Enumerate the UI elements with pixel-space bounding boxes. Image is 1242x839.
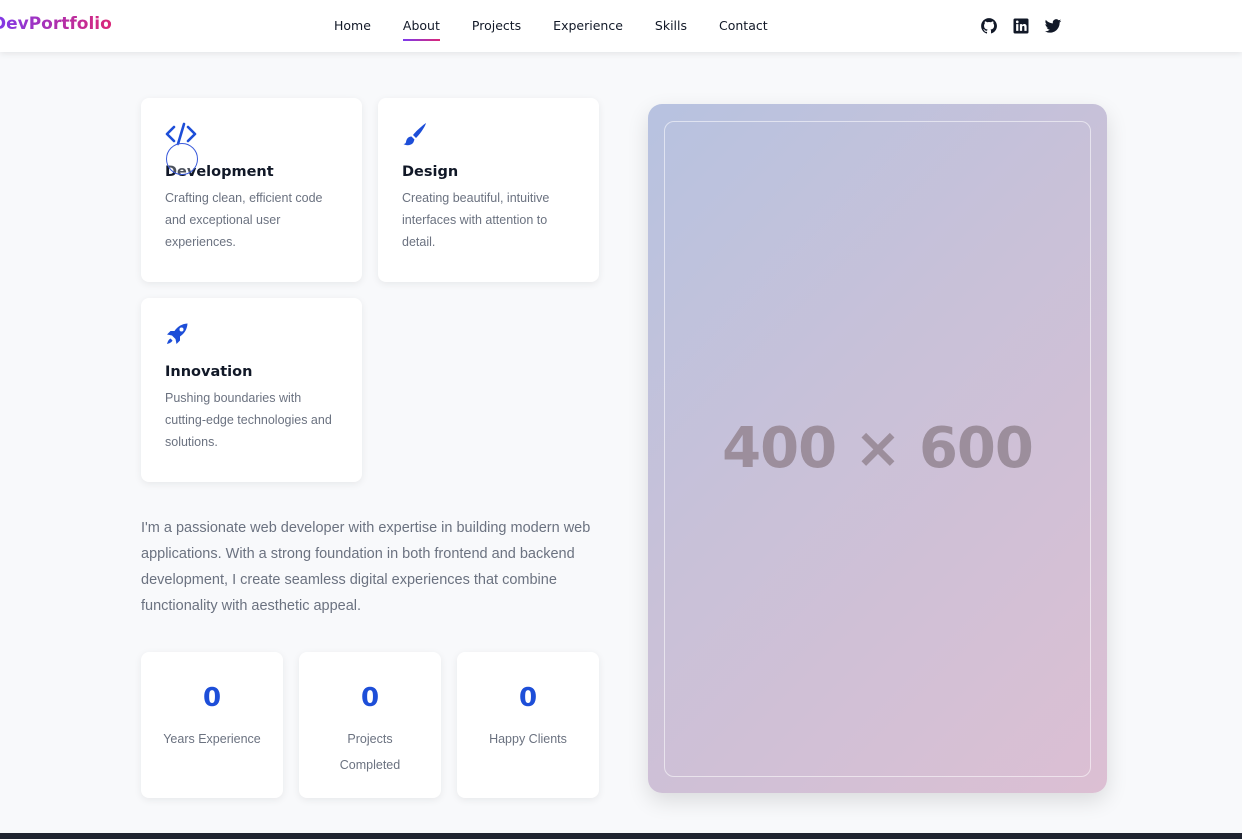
nav-skills[interactable]: Skills bbox=[655, 18, 687, 41]
top-navbar: DevPortfolio Home About Projects Experie… bbox=[0, 0, 1242, 52]
github-icon[interactable] bbox=[980, 17, 998, 35]
feature-title: Design bbox=[402, 164, 459, 180]
feature-card-design: Design Creating beautiful, intuitive int… bbox=[378, 98, 599, 282]
linkedin-icon[interactable] bbox=[1012, 17, 1030, 35]
stat-label: Happy Clients bbox=[489, 732, 567, 746]
feature-title: Innovation bbox=[165, 364, 253, 380]
stat-value: 0 bbox=[202, 683, 222, 713]
nav-experience[interactable]: Experience bbox=[553, 18, 623, 41]
feature-description: Pushing boundaries with cutting-edge tec… bbox=[165, 391, 332, 449]
profile-image-placeholder: 400 × 600 bbox=[648, 104, 1107, 793]
stat-card-projects: 0 Projects Completed bbox=[299, 652, 441, 798]
stat-card-clients: 0 Happy Clients bbox=[457, 652, 599, 798]
feature-card-innovation: Innovation Pushing boundaries with cutti… bbox=[141, 298, 362, 482]
main-nav: Home About Projects Experience Skills Co… bbox=[334, 18, 800, 41]
paintbrush-icon bbox=[402, 122, 426, 146]
brand-logo[interactable]: DevPortfolio bbox=[0, 14, 112, 34]
feature-description: Creating beautiful, intuitive interfaces… bbox=[402, 191, 550, 249]
rocket-icon bbox=[165, 322, 188, 346]
twitter-icon[interactable] bbox=[1044, 17, 1062, 35]
feature-card-development: Development Crafting clean, efficient co… bbox=[141, 98, 362, 282]
feature-description: Crafting clean, efficient code and excep… bbox=[165, 191, 323, 249]
social-links bbox=[980, 17, 1062, 35]
stat-value: 0 bbox=[360, 683, 380, 713]
about-description: I'm a passionate web developer with expe… bbox=[141, 520, 591, 614]
nav-home[interactable]: Home bbox=[334, 18, 371, 41]
nav-about[interactable]: About bbox=[402, 18, 440, 41]
cursor-indicator bbox=[166, 143, 198, 175]
stat-card-years: 0 Years Experience bbox=[141, 652, 283, 798]
stat-label: Projects Completed bbox=[339, 732, 401, 772]
nav-projects[interactable]: Projects bbox=[472, 18, 521, 41]
stat-label: Years Experience bbox=[163, 732, 261, 746]
image-size-label: 400 × 600 bbox=[722, 416, 1034, 481]
footer-edge bbox=[0, 833, 1242, 839]
stat-value: 0 bbox=[518, 683, 538, 713]
nav-contact[interactable]: Contact bbox=[719, 18, 768, 41]
